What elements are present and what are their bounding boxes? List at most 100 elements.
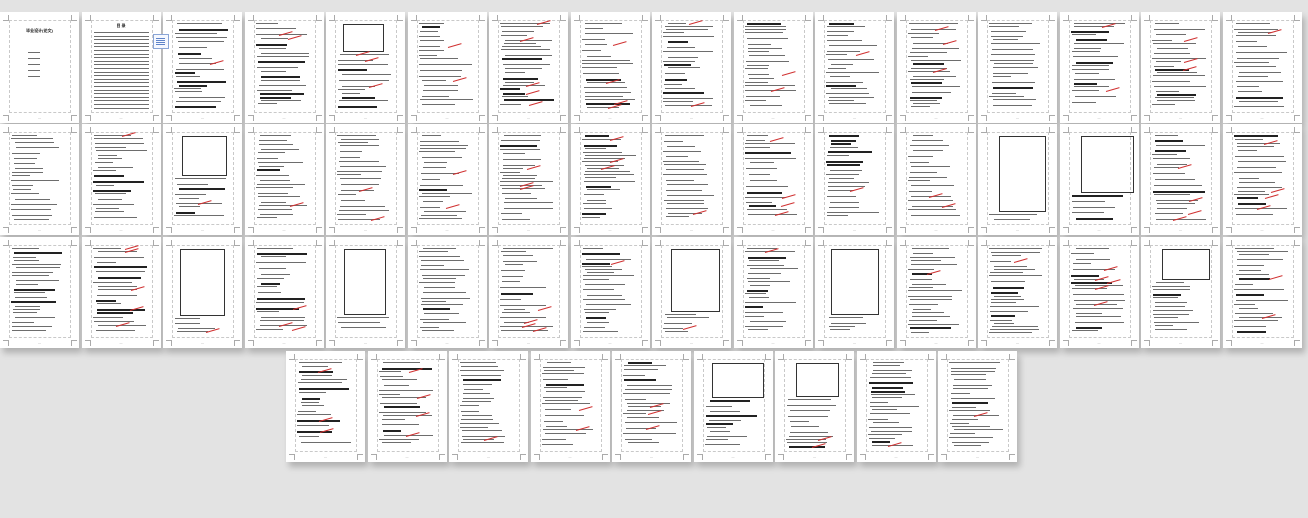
page-thumbnail[interactable]: —	[938, 351, 1017, 462]
page-thumbnail[interactable]: —	[489, 237, 568, 348]
page-thumbnail[interactable]: —	[1059, 12, 1139, 123]
text-line	[826, 54, 847, 55]
page-thumbnail[interactable]: —	[244, 12, 324, 123]
page-thumbnail[interactable]: —	[449, 351, 528, 462]
page-number: —	[119, 116, 123, 120]
page-thumbnail[interactable]: —	[163, 237, 242, 348]
page-thumbnail[interactable]: —	[815, 12, 894, 123]
page-thumbnail[interactable]: —	[1059, 124, 1139, 235]
page-thumbnail[interactable]: —	[0, 237, 79, 348]
page-thumbnail[interactable]: —	[693, 351, 773, 462]
page-thumbnail[interactable]: —	[163, 12, 242, 123]
text-line	[666, 180, 694, 181]
page-thumbnail[interactable]: —	[652, 12, 731, 123]
text-line	[379, 376, 403, 377]
text-line	[1071, 195, 1123, 197]
page-thumbnail[interactable]: —	[163, 124, 242, 235]
page-thumbnail[interactable]: —	[81, 237, 161, 348]
text-line	[827, 215, 848, 216]
page-thumbnail[interactable]: 毕业设计(论文) —	[0, 12, 79, 123]
page-thumbnail[interactable]: —	[815, 237, 894, 348]
crop-mark	[1130, 240, 1137, 246]
page-thumbnail[interactable]: —	[367, 351, 447, 462]
page-thumbnail[interactable]: —	[612, 351, 691, 462]
text-line	[827, 155, 849, 156]
crop-mark	[3, 127, 9, 133]
text-line	[419, 145, 468, 146]
text-line	[503, 165, 535, 166]
text-line	[1235, 294, 1264, 296]
page-thumbnail[interactable]: —	[815, 124, 894, 235]
drawing-figure	[180, 249, 225, 316]
page-thumbnail[interactable]: —	[978, 12, 1057, 123]
page-thumbnail[interactable]: —	[775, 351, 854, 462]
page-thumbnail[interactable]: —	[1222, 237, 1302, 348]
text-line	[461, 375, 501, 376]
page-thumbnail[interactable]: —	[978, 124, 1057, 235]
page-thumbnail[interactable]: —	[1141, 237, 1220, 348]
page-thumbnail[interactable]: —	[489, 124, 568, 235]
text-line	[627, 385, 672, 386]
page-thumbnail[interactable]: —	[489, 12, 568, 123]
page-thumbnail[interactable]: —	[896, 12, 976, 123]
text-line	[744, 32, 783, 33]
page-thumbnail[interactable]: —	[81, 124, 161, 235]
text-line	[462, 415, 492, 416]
text-line	[744, 26, 786, 27]
toc-entry	[93, 39, 149, 41]
page-thumbnail[interactable]: —	[570, 12, 650, 123]
page-thumbnail[interactable]: —	[733, 237, 813, 348]
text-line	[501, 270, 525, 271]
page-thumbnail[interactable]: —	[652, 124, 731, 235]
text-line	[1235, 23, 1270, 24]
page-thumbnail[interactable]: —	[0, 124, 79, 235]
text-line	[14, 289, 55, 291]
page-thumbnail[interactable]: —	[326, 237, 405, 348]
page-thumbnail[interactable]: —	[286, 351, 365, 462]
page-thumbnail[interactable]: —	[326, 124, 405, 235]
text-line	[420, 260, 464, 261]
page-thumbnail[interactable]: —	[1141, 124, 1220, 235]
text-line	[953, 388, 988, 389]
page-thumbnail[interactable]: —	[407, 237, 487, 348]
page-thumbnail[interactable]: —	[1059, 237, 1139, 348]
page-thumbnail[interactable]: —	[570, 237, 650, 348]
text-line	[260, 53, 309, 54]
page-thumbnail[interactable]: —	[244, 237, 324, 348]
page-thumbnail[interactable]: —	[652, 237, 731, 348]
drawing-figure	[796, 363, 839, 397]
page-thumbnail[interactable]: —	[326, 12, 405, 123]
page-thumbnail[interactable]: —	[978, 237, 1057, 348]
text-line	[586, 56, 611, 57]
page-thumbnail[interactable]: —	[896, 124, 976, 235]
page-thumbnail[interactable]: —	[1222, 12, 1302, 123]
page-thumbnail[interactable]: —	[733, 12, 813, 123]
toc-entry	[93, 60, 149, 62]
document-thumbnail-canvas[interactable]: 毕业设计(论文) — 目 录 — — — — — — — — — — — — — — — — — — — — — — — — — — — —…	[0, 0, 1308, 518]
text-line	[421, 193, 472, 194]
text-line	[1154, 167, 1179, 168]
page-thumbnail[interactable]: —	[856, 351, 936, 462]
crop-mark	[84, 127, 91, 133]
text-line	[1234, 139, 1263, 140]
page-thumbnail[interactable]: —	[1141, 12, 1220, 123]
text-line	[505, 55, 552, 56]
crop-mark	[778, 354, 784, 360]
toc-entry	[93, 53, 149, 55]
page-thumbnail[interactable]: —	[530, 351, 610, 462]
page-thumbnail[interactable]: —	[244, 124, 324, 235]
crop-mark	[886, 15, 892, 21]
text-line	[1074, 73, 1099, 74]
text-line	[1070, 282, 1112, 284]
page-thumbnail[interactable]: —	[733, 124, 813, 235]
text-line	[993, 105, 1032, 106]
page-thumbnail[interactable]: —	[407, 124, 487, 235]
toc-entry	[93, 32, 149, 33]
page-thumbnail[interactable]: 目 录 —	[81, 12, 161, 123]
page-thumbnail[interactable]: —	[407, 12, 487, 123]
page-thumbnail[interactable]: —	[570, 124, 650, 235]
page-thumbnail[interactable]: —	[896, 237, 976, 348]
page-thumbnail[interactable]: —	[1222, 124, 1302, 235]
text-line	[788, 416, 828, 417]
document-icon[interactable]	[153, 34, 169, 49]
